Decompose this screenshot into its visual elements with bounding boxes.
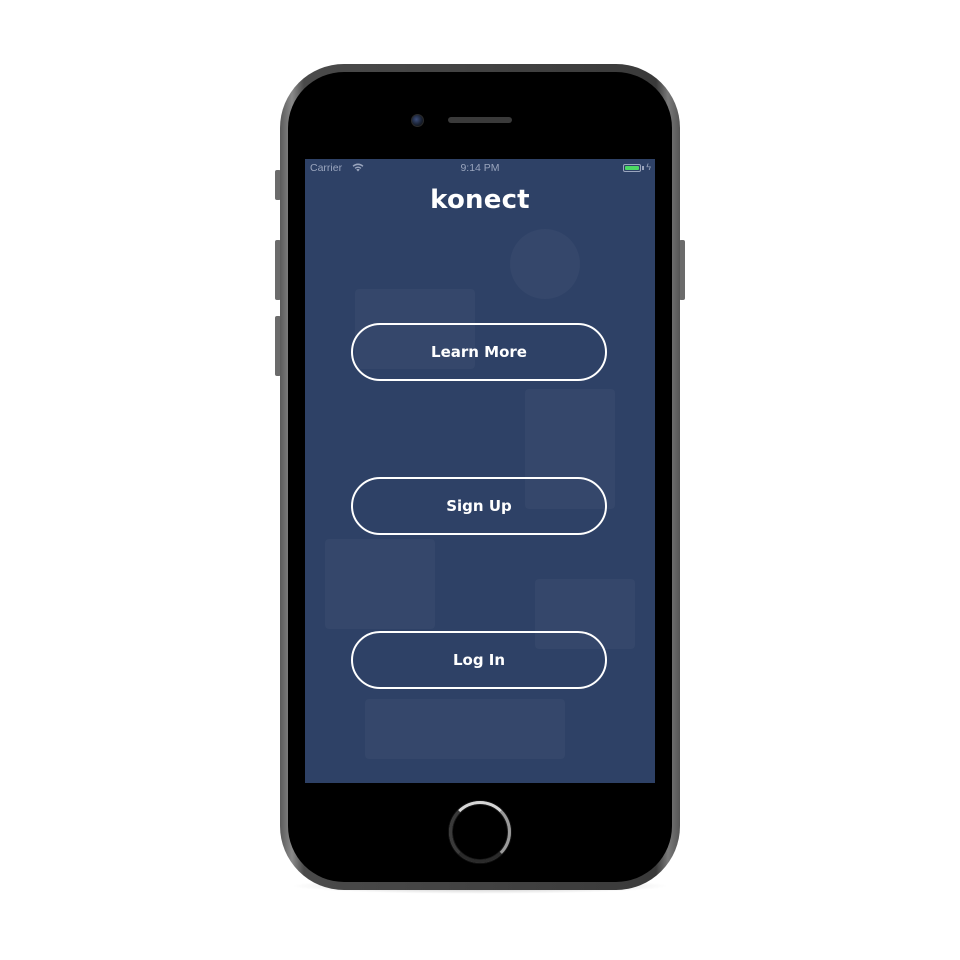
sign-up-button[interactable]: Sign Up <box>351 477 607 535</box>
app-screen: Carrier 9:14 PM ϟ konect Learn More Sign… <box>305 159 655 783</box>
battery-level <box>625 166 639 170</box>
battery-tip <box>642 166 644 170</box>
learn-more-label: Learn More <box>431 343 527 361</box>
device-mockup: Carrier 9:14 PM ϟ konect Learn More Sign… <box>0 0 960 960</box>
home-button[interactable] <box>449 801 511 863</box>
front-camera-icon <box>411 114 424 127</box>
sign-up-label: Sign Up <box>446 497 512 515</box>
battery-icon <box>623 164 641 172</box>
status-time: 9:14 PM <box>460 162 500 174</box>
background-photo-detail <box>325 539 435 629</box>
charging-icon: ϟ <box>646 162 651 172</box>
background-photo-detail <box>365 699 565 759</box>
learn-more-button[interactable]: Learn More <box>351 323 607 381</box>
log-in-button[interactable]: Log In <box>351 631 607 689</box>
background-photo-detail <box>510 229 580 299</box>
status-bar: Carrier 9:14 PM ϟ <box>305 159 655 179</box>
log-in-label: Log In <box>452 651 506 669</box>
earpiece-speaker <box>448 117 512 123</box>
app-title: konect <box>430 185 530 215</box>
